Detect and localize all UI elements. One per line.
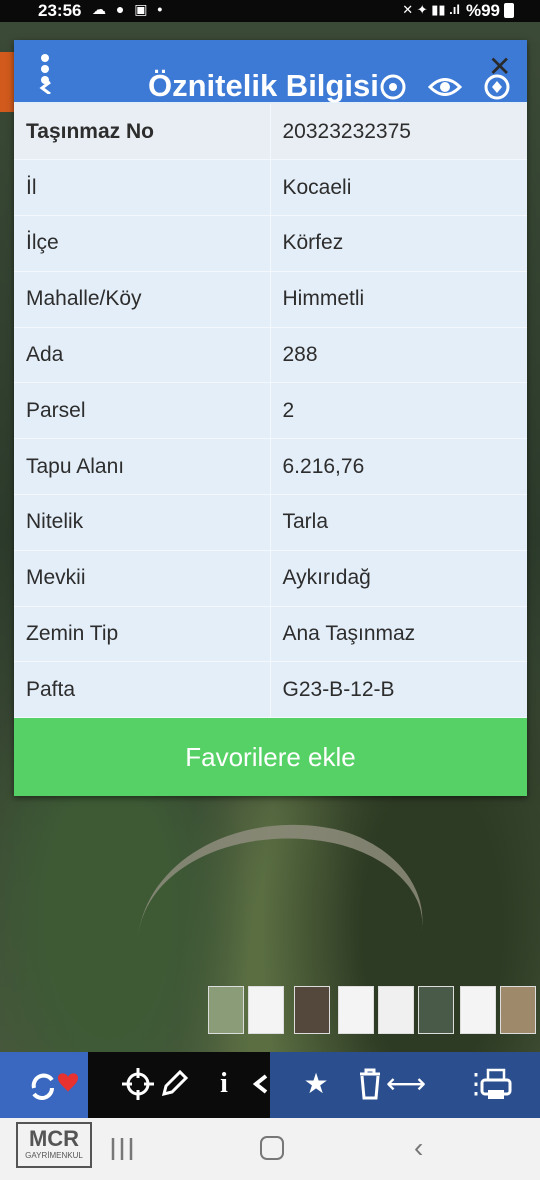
attribute-row: Mevkii Aykırıdağ — [14, 550, 527, 607]
battery-icon — [504, 3, 514, 18]
thumbnail[interactable] — [294, 986, 330, 1034]
thumbnail-strip — [208, 986, 536, 1034]
toolbar-left — [0, 1052, 88, 1118]
attribute-row: Nitelik Tarla — [14, 494, 527, 551]
crosshair-icon[interactable] — [118, 1064, 158, 1104]
attribute-key: Parsel — [14, 382, 271, 440]
share-icon[interactable] — [248, 1064, 288, 1104]
attribute-key: Mevkii — [14, 550, 271, 607]
map-feature — [0, 52, 14, 112]
attribute-row: Tapu Alanı 6.216,76 — [14, 438, 527, 496]
info-icon[interactable]: i — [204, 1064, 244, 1104]
attribute-table: Taşınmaz No 20323232375 İl Kocaeli İlçe Körfe… — [14, 104, 527, 719]
pencil-icon[interactable] — [154, 1064, 194, 1104]
attribute-value: 6.216,76 — [270, 438, 527, 496]
thumbnail[interactable] — [500, 986, 536, 1034]
attribute-key: Pafta — [14, 661, 271, 719]
attribute-value: 288 — [270, 327, 527, 384]
attribute-key: Ada — [14, 327, 271, 384]
signal-icons: ✕ ✦ ▮▮ .ıl — [402, 2, 460, 17]
attribute-value: Kocaeli — [270, 159, 527, 217]
thumbnail[interactable] — [208, 986, 244, 1034]
thumbnail[interactable] — [418, 986, 454, 1034]
eye-icon[interactable] — [427, 72, 463, 102]
thumbnail[interactable] — [338, 986, 374, 1034]
status-time: 23:56 — [38, 1, 82, 20]
dialog-header: Öznitelik Bilgisi ✕ — [14, 40, 527, 103]
star-icon[interactable]: ★ — [296, 1064, 336, 1104]
thumbnail[interactable] — [460, 986, 496, 1034]
attribute-value: Aykırıdağ — [270, 550, 527, 607]
attribute-key: Taşınmaz No — [14, 104, 271, 161]
back-icon[interactable]: ‹ — [414, 1134, 434, 1162]
android-nav-bar: MCR GAYRİMENKUL ‹ — [0, 1118, 540, 1180]
attribute-row: Mahalle/Köy Himmetli — [14, 271, 527, 328]
attribute-key: Tapu Alanı — [14, 438, 271, 496]
close-icon[interactable]: ✕ — [488, 53, 514, 81]
attribute-key: Mahalle/Köy — [14, 271, 271, 328]
attribute-row: Zemin Tip Ana Taşınmaz — [14, 606, 527, 663]
notification-icons: ☁ ● ▣ • — [92, 1, 166, 17]
attribute-row: Parsel 2 — [14, 382, 527, 440]
attribute-value: Himmetli — [270, 271, 527, 328]
attribute-value: 2 — [270, 382, 527, 440]
battery-level: %99 — [465, 1, 500, 20]
attribute-value: Ana Taşınmaz — [270, 606, 527, 663]
attribute-row: Ada 288 — [14, 327, 527, 384]
menu-icon[interactable] — [34, 50, 56, 96]
attribute-key: Zemin Tip — [14, 606, 271, 663]
location-icon[interactable] — [376, 72, 410, 102]
attribute-row: İl Kocaeli — [14, 159, 527, 217]
attribute-value: 20323232375 — [270, 104, 527, 161]
attribute-key: Nitelik — [14, 494, 271, 551]
print-icon[interactable] — [476, 1064, 516, 1104]
thumbnail[interactable] — [378, 986, 414, 1034]
thumbnail[interactable] — [248, 986, 284, 1034]
arrows-icon[interactable]: ⟷ — [384, 1064, 428, 1104]
refresh-heart-icon[interactable] — [24, 1064, 80, 1104]
attribute-value: Tarla — [270, 494, 527, 551]
attribute-row: Taşınmaz No 20323232375 — [14, 104, 527, 161]
attribute-key: İlçe — [14, 215, 271, 272]
attribute-key: İl — [14, 159, 271, 217]
attribute-value: G23-B-12-B — [270, 661, 527, 719]
toolbar-middle: i — [88, 1052, 270, 1118]
status-bar: 23:56 ☁ ● ▣ • %99 ✕ ✦ ▮▮ .ıl — [0, 0, 540, 22]
home-icon[interactable] — [260, 1136, 284, 1160]
attribute-dialog: Öznitelik Bilgisi ✕ Taşınmaz No 203232323… — [14, 40, 527, 796]
dialog-title: Öznitelik Bilgisi — [148, 68, 379, 103]
attribute-value: Körfez — [270, 215, 527, 272]
add-favorite-button[interactable]: Favorilere ekle — [14, 718, 527, 796]
watermark-logo: MCR — [16, 1122, 92, 1168]
bottom-toolbar: i ★ ⟷ ⋮ — [0, 1052, 540, 1118]
watermark-subtitle: GAYRİMENKUL — [18, 1151, 90, 1160]
recent-apps-icon[interactable] — [110, 1136, 134, 1162]
attribute-row: Pafta G23-B-12-B — [14, 661, 527, 719]
attribute-row: İlçe Körfez — [14, 215, 527, 272]
